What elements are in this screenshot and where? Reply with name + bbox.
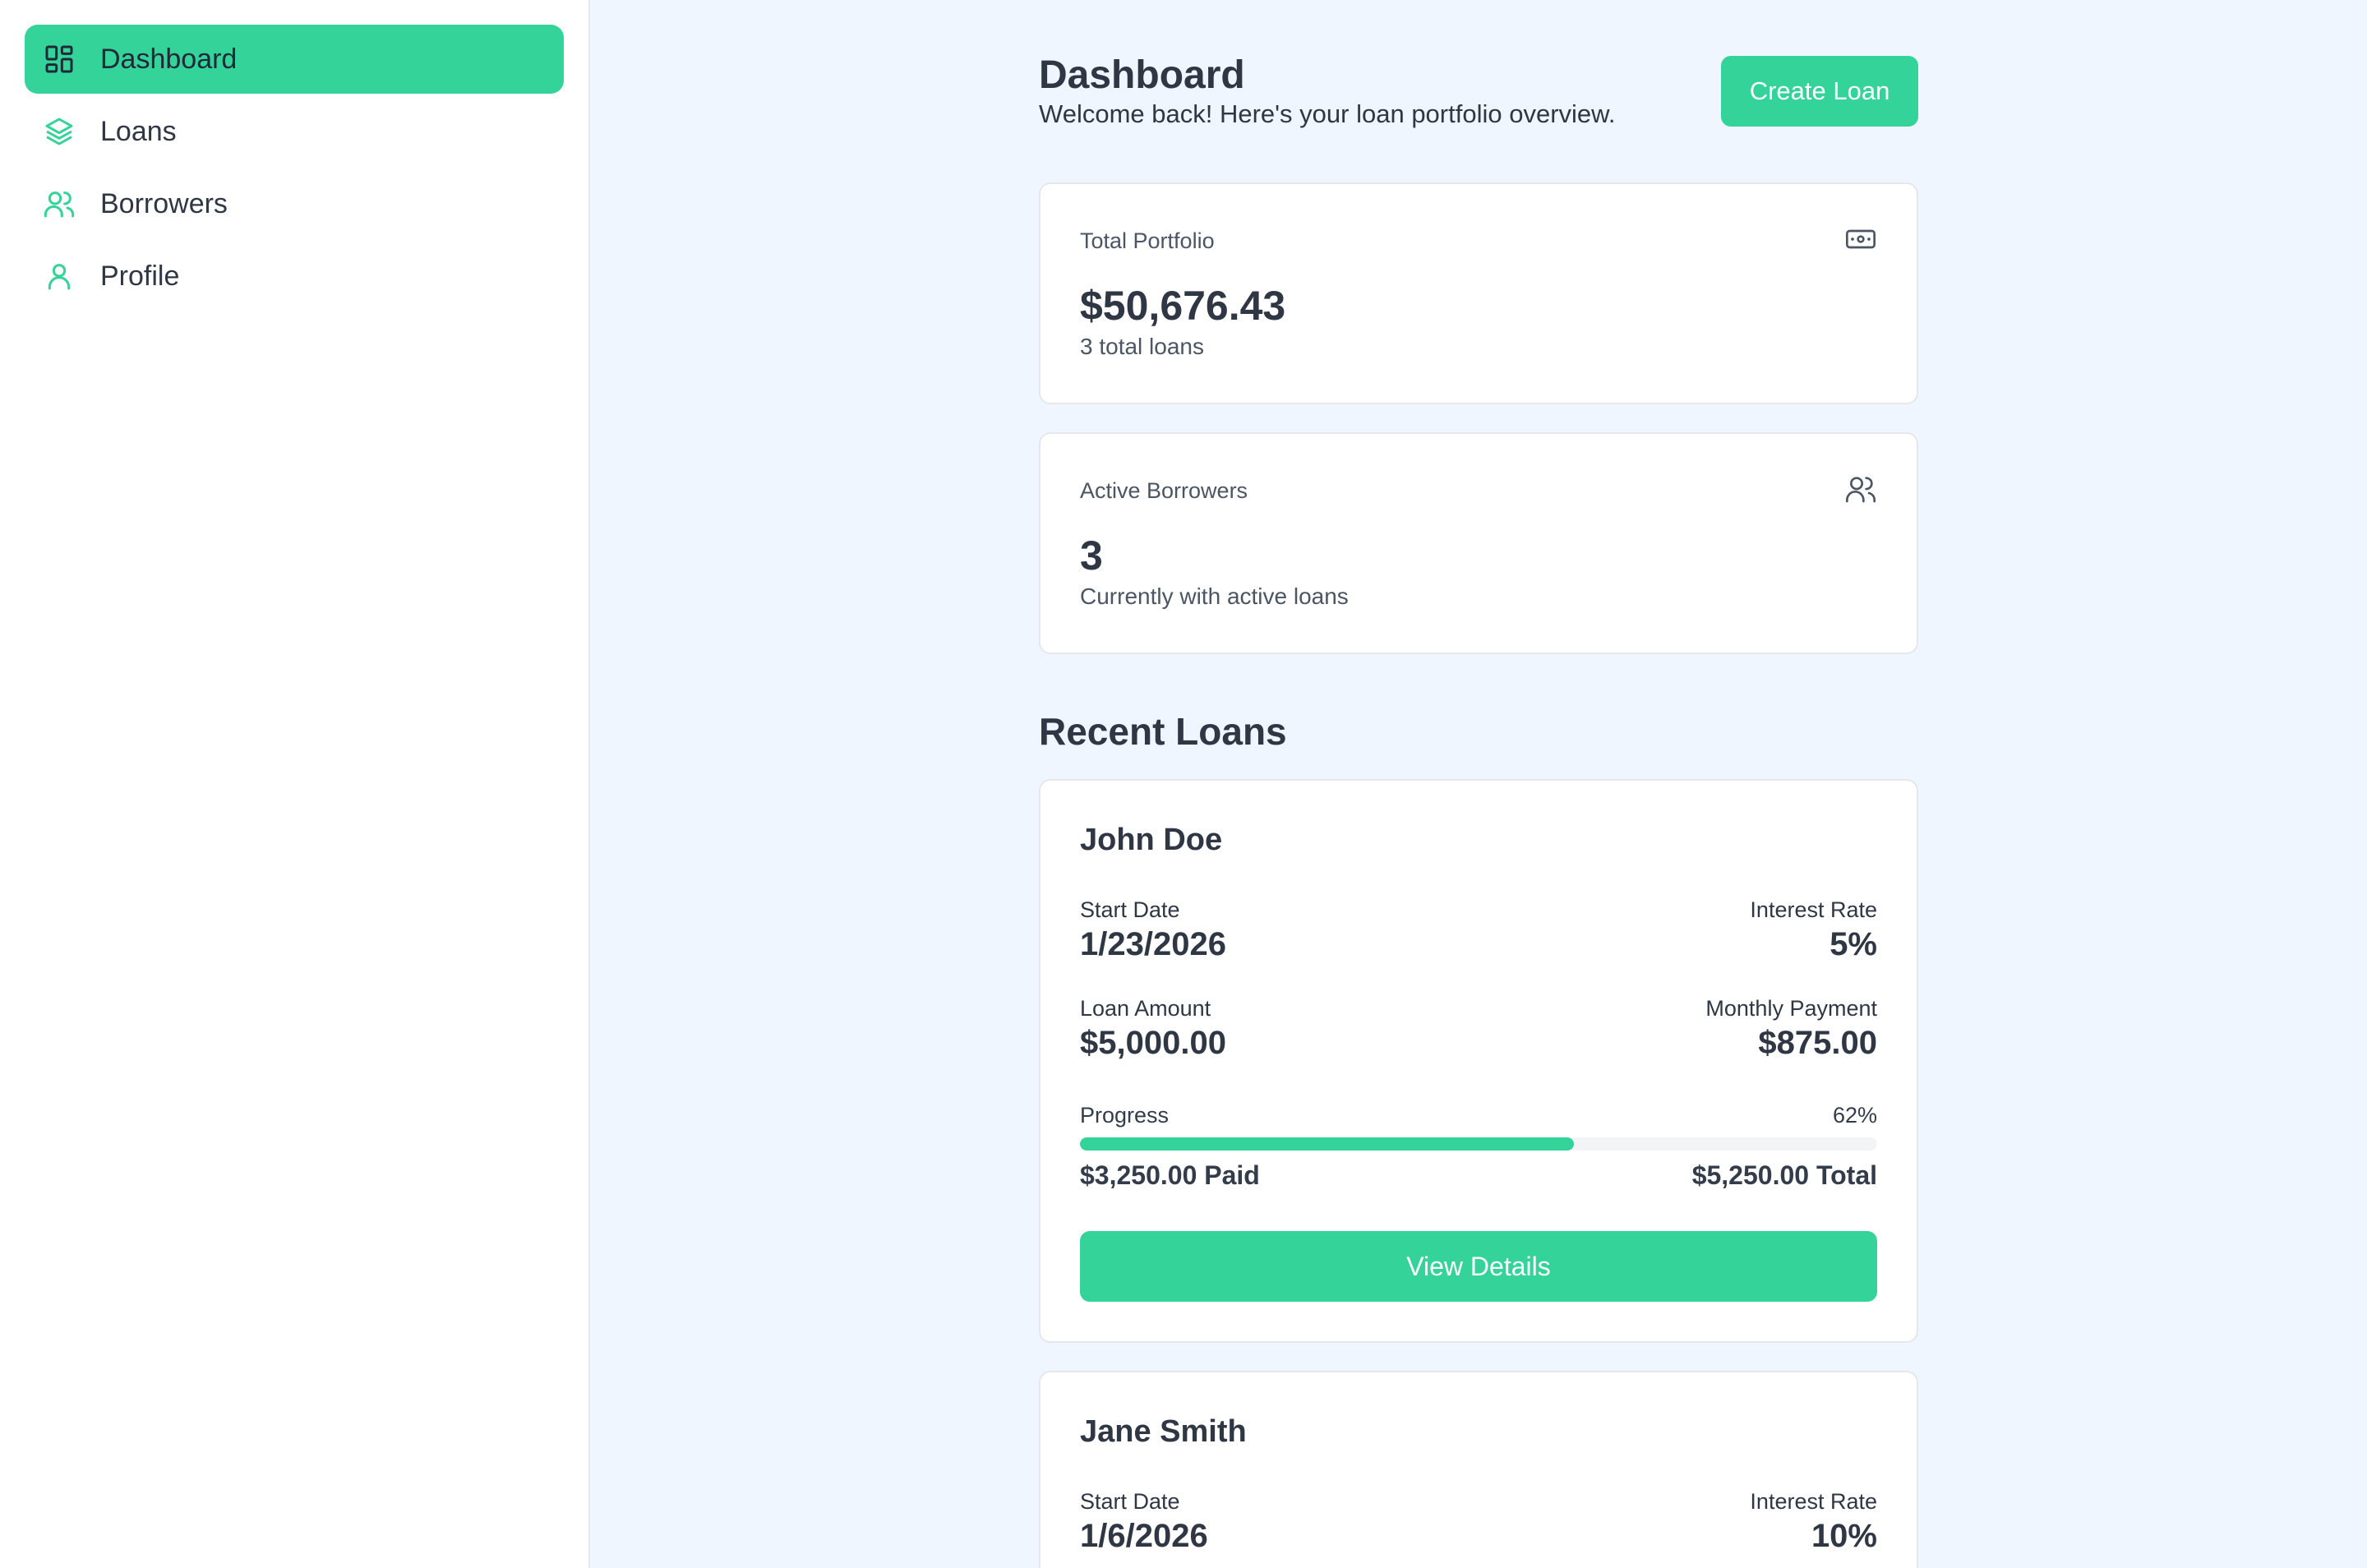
sidebar-item-label: Loans (100, 115, 177, 147)
interest-rate-label: Interest Rate (1750, 1489, 1877, 1514)
app-root: Dashboard Loans Borrowers Profile Dashbo (0, 0, 2367, 1568)
sidebar-item-label: Dashboard (100, 43, 238, 75)
stat-description: Currently with active loans (1080, 583, 1349, 609)
progress-label: Progress (1080, 1103, 1170, 1128)
stat-label: Total Portfolio (1080, 228, 1215, 253)
progress-header: Progress 62% (1080, 1101, 1877, 1129)
view-details-button[interactable]: View Details (1080, 1231, 1877, 1302)
amount-paid: $3,250.00 Paid (1080, 1160, 1260, 1190)
main-content: Dashboard Welcome back! Here's your loan… (590, 0, 2367, 1568)
users-icon (1844, 473, 1877, 510)
progress-bar-fill (1080, 1137, 1575, 1151)
start-date-value: 1/23/2026 (1080, 926, 1226, 962)
loan-card-jane-smith: Jane Smith Start Date 1/6/2026 Interest … (1039, 1371, 1918, 1568)
interest-rate-value: 5% (1829, 926, 1877, 962)
loan-amount-label: Loan Amount (1080, 996, 1211, 1021)
dashboard-icon (43, 43, 76, 76)
dashboard-content: Dashboard Welcome back! Here's your loan… (1039, 51, 1918, 1568)
loan-row-amounts: Loan Amount $5,000.00 Monthly Payment $8… (1080, 994, 1877, 1063)
sidebar-item-label: Borrowers (100, 187, 228, 219)
start-date-label: Start Date (1080, 1489, 1180, 1514)
stat-description: 3 total loans (1080, 334, 1204, 359)
progress-bar (1080, 1137, 1877, 1151)
create-loan-button[interactable]: Create Loan (1721, 56, 1918, 127)
stat-label: Active Borrowers (1080, 477, 1248, 503)
progress-percent: 62% (1832, 1103, 1877, 1128)
amount-total: $5,250.00 Total (1691, 1160, 1877, 1190)
borrower-name: Jane Smith (1080, 1414, 1247, 1449)
start-date-value: 1/6/2026 (1080, 1518, 1208, 1554)
interest-rate-label: Interest Rate (1750, 897, 1877, 922)
stat-card-active-borrowers: Active Borrowers 3 Currently with active… (1039, 432, 1918, 654)
sidebar: Dashboard Loans Borrowers Profile (0, 0, 590, 1568)
stat-value: 3 (1080, 533, 1103, 579)
sidebar-item-dashboard[interactable]: Dashboard (25, 25, 564, 94)
page-title: Dashboard (1039, 53, 1245, 97)
borrower-name: John Doe (1080, 823, 1223, 857)
layers-icon (43, 115, 76, 148)
stat-value: $50,676.43 (1080, 283, 1286, 329)
loan-card-john-doe: John Doe Start Date 1/23/2026 Interest R… (1039, 779, 1918, 1343)
recent-loans-title: Recent Loans (1039, 710, 1287, 753)
sidebar-item-profile[interactable]: Profile (25, 242, 564, 311)
sidebar-item-borrowers[interactable]: Borrowers (25, 169, 564, 238)
start-date-label: Start Date (1080, 897, 1180, 922)
banknote-icon (1844, 223, 1877, 260)
page-subtitle: Welcome back! Here's your loan portfolio… (1039, 99, 1616, 128)
loan-row-dates: Start Date 1/23/2026 Interest Rate 5% (1080, 896, 1877, 965)
loan-amount-value: $5,000.00 (1080, 1025, 1226, 1061)
progress-footer: $3,250.00 Paid $5,250.00 Total (1080, 1159, 1877, 1192)
page-header: Dashboard Welcome back! Here's your loan… (1039, 51, 1918, 182)
loan-row-dates: Start Date 1/6/2026 Interest Rate 10% (1080, 1487, 1877, 1556)
monthly-payment-value: $875.00 (1758, 1025, 1877, 1061)
interest-rate-value: 10% (1811, 1518, 1877, 1554)
users-icon (43, 187, 76, 220)
sidebar-item-label: Profile (100, 260, 180, 292)
stat-card-total-portfolio: Total Portfolio $50,676.43 3 total loans (1039, 182, 1918, 404)
sidebar-item-loans[interactable]: Loans (25, 97, 564, 166)
monthly-payment-label: Monthly Payment (1705, 996, 1877, 1021)
user-icon (43, 260, 76, 293)
